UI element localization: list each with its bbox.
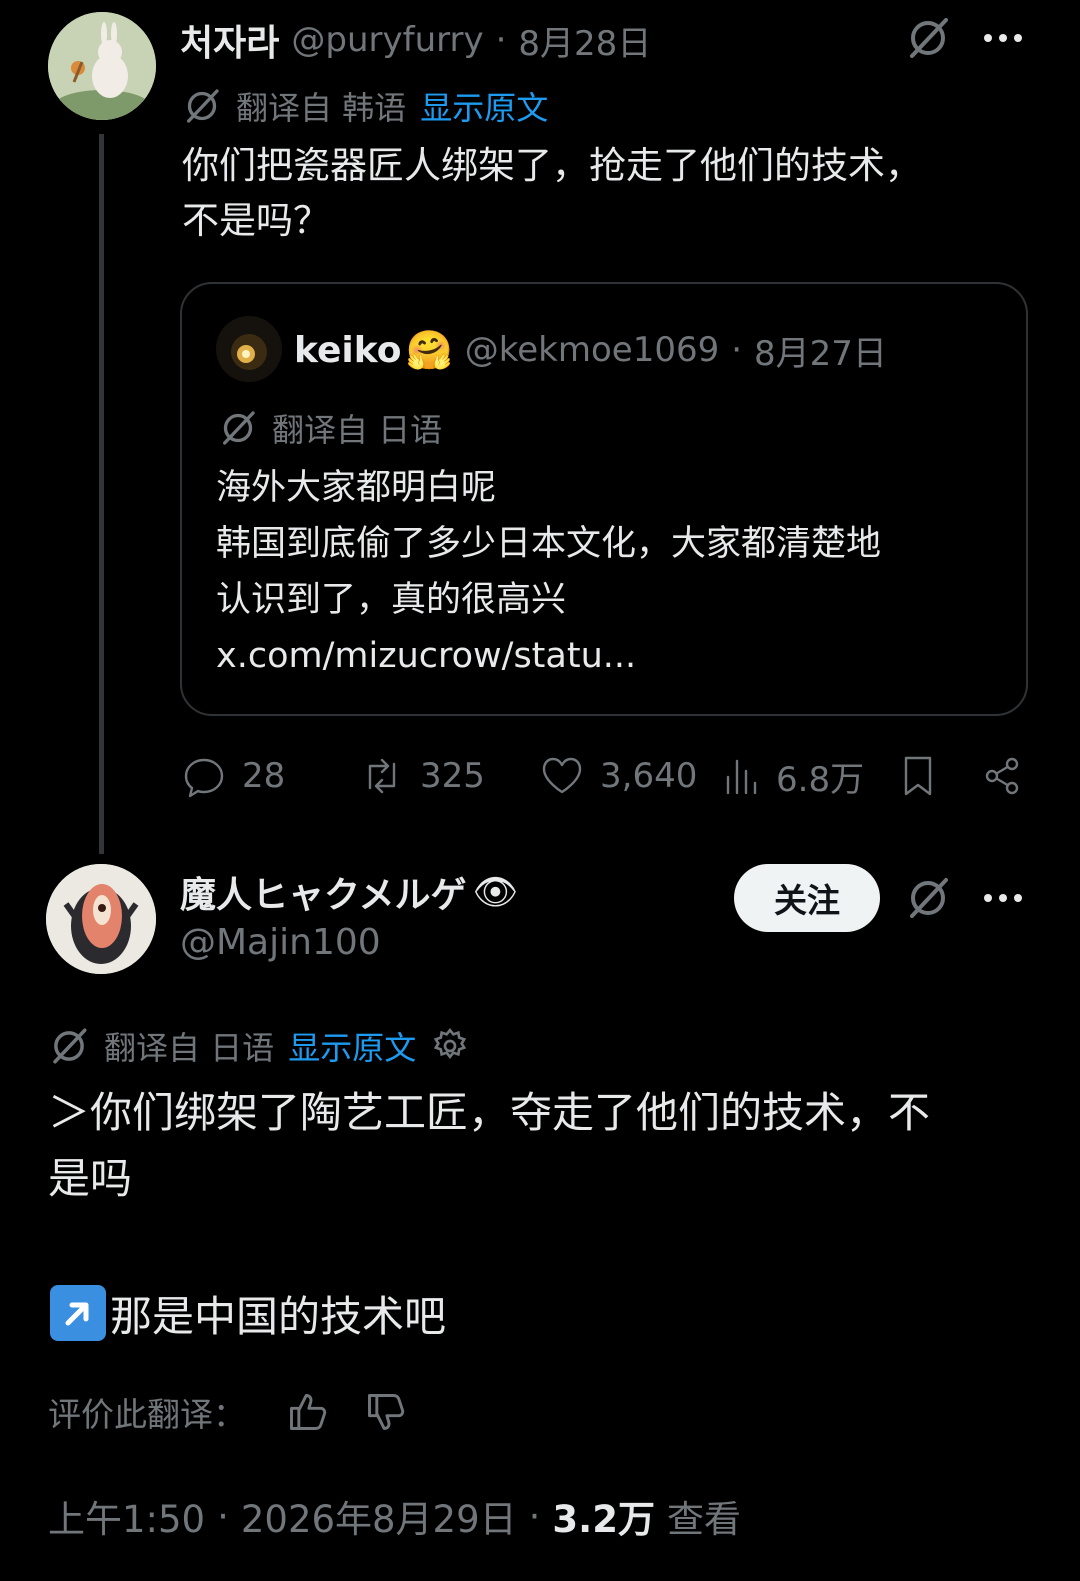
reply-button[interactable]: 28 [180,752,285,800]
show-original-link[interactable]: 显示原文 [420,83,548,129]
rate-translation-label: 评价此翻译： [48,1395,246,1434]
views-icon [726,759,757,794]
avatar-lamp-image [216,316,282,382]
name-emoji: 🤗 [405,327,453,372]
quote-handle[interactable]: @kekmoe1069 [465,330,719,370]
post-1-header: 처자라 @puryfurry · 8月28日 [180,12,651,68]
grok-icon[interactable] [904,14,952,62]
translation-row: 翻译自 日语 显示原文 [48,1022,470,1070]
arrow-up-right-icon [50,1285,106,1341]
avatar-rabbit-illustration [48,12,156,120]
post-meta: 上午1:50 · 2026年8月29日 · 3.2万 查看 [48,1490,741,1542]
repost-count: 325 [420,756,485,796]
like-count: 3,640 [600,756,698,796]
thread-line [99,134,104,854]
translate-icon [48,1025,90,1067]
separator: · [528,1494,541,1538]
display-name[interactable]: 魔人ヒャクメルゲ [180,866,467,918]
quoted-post-card[interactable]: keiko 🤗 @kekmoe1069 · 8月27日 翻译自 日语 海外大家都… [180,282,1028,716]
thumbs-up-icon[interactable] [286,1390,330,1434]
avatar-majin100[interactable] [46,864,156,974]
post-2-text-last: 那是中国的技术吧 [50,1280,446,1346]
post-2-text: ＞你们绑架了陶艺工匠，夺走了他们的技术，不 是吗 [48,1080,1048,1212]
post-full-date[interactable]: 2026年8月29日 [241,1489,517,1543]
grok-icon[interactable] [904,874,952,922]
name-emoji: 👁 [472,872,519,913]
repost-icon [368,758,396,794]
post-date[interactable]: 8月28日 [518,16,651,65]
post-text-line: 那是中国的技术吧 [110,1291,447,1341]
repost-button[interactable]: 325 [358,752,485,800]
share-button[interactable] [978,752,1026,800]
avatar-kekmoe[interactable] [216,316,282,382]
bookmark-button[interactable] [894,752,942,800]
quote-text: 海外大家都明白呢 韩国到底偷了多少日本文化，大家都清楚地 认识到了，真的很高兴 … [216,460,1006,684]
translation-row: 翻译自 韩语 显示原文 [182,82,548,130]
post-text-line: 你们把瓷器匠人绑架了，抢走了他们的技术， [182,144,922,187]
quote-display-name[interactable]: keiko [294,330,401,371]
quote-text-line: 海外大家都明白呢 [216,468,497,508]
share-icon [985,757,1019,795]
quote-date[interactable]: 8月27日 [754,326,887,375]
settings-icon[interactable] [430,1026,470,1066]
separator: · [217,1494,229,1538]
show-original-link[interactable]: 显示原文 [288,1023,416,1069]
post-2-header: 魔人ヒャクメルゲ 👁 [180,866,518,918]
display-name[interactable]: 처자라 [180,14,279,66]
post-time[interactable]: 上午1:50 [48,1489,205,1543]
views-total[interactable]: 3.2万 [552,1489,655,1543]
translated-from-label: 翻译自 日语 [104,1029,275,1067]
translate-icon [218,408,258,448]
post-text-line: ＞你们绑架了陶艺工匠，夺走了他们的技术，不 [48,1088,931,1137]
handle[interactable]: @Majin100 [180,922,381,963]
follow-button[interactable]: 关注 [734,864,880,932]
bookmark-icon [904,756,932,796]
quote-header: keiko 🤗 @kekmoe1069 · 8月27日 [294,322,887,378]
rate-translation-row: 评价此翻译： [48,1386,408,1438]
post-text-line: 不是吗？ [182,199,330,242]
separator: · [495,20,507,60]
reply-count: 28 [242,756,286,796]
quote-link[interactable]: x.com/mizucrow/statu... [216,628,1006,684]
reply-icon [184,758,224,798]
like-icon [542,757,582,794]
translated-from-label: 翻译自 韩语 [236,89,407,127]
avatar-puryfurry[interactable] [48,12,156,120]
post-text-line: 是吗 [48,1154,133,1203]
more-icon[interactable] [984,34,1022,42]
translated-from-label: 翻译自 日语 [272,411,443,449]
post-1-text: 你们把瓷器匠人绑架了，抢走了他们的技术， 不是吗？ [182,138,1042,248]
views-label: 查看 [666,1498,741,1541]
views-button[interactable]: 6.8万 [718,752,864,801]
like-button[interactable]: 3,640 [538,752,697,800]
quote-translation-row: 翻译自 日语 [218,404,442,452]
separator: · [731,330,743,370]
quote-text-line: 认识到了，真的很高兴 [216,580,567,620]
views-count: 6.8万 [776,760,865,800]
handle[interactable]: @puryfurry [291,20,483,60]
translate-icon [182,86,222,126]
more-icon[interactable] [984,894,1022,902]
quote-text-line: 韩国到底偷了多少日本文化，大家都清楚地 [216,524,882,564]
avatar-monster-image [46,864,156,974]
thumbs-down-icon[interactable] [364,1390,408,1434]
